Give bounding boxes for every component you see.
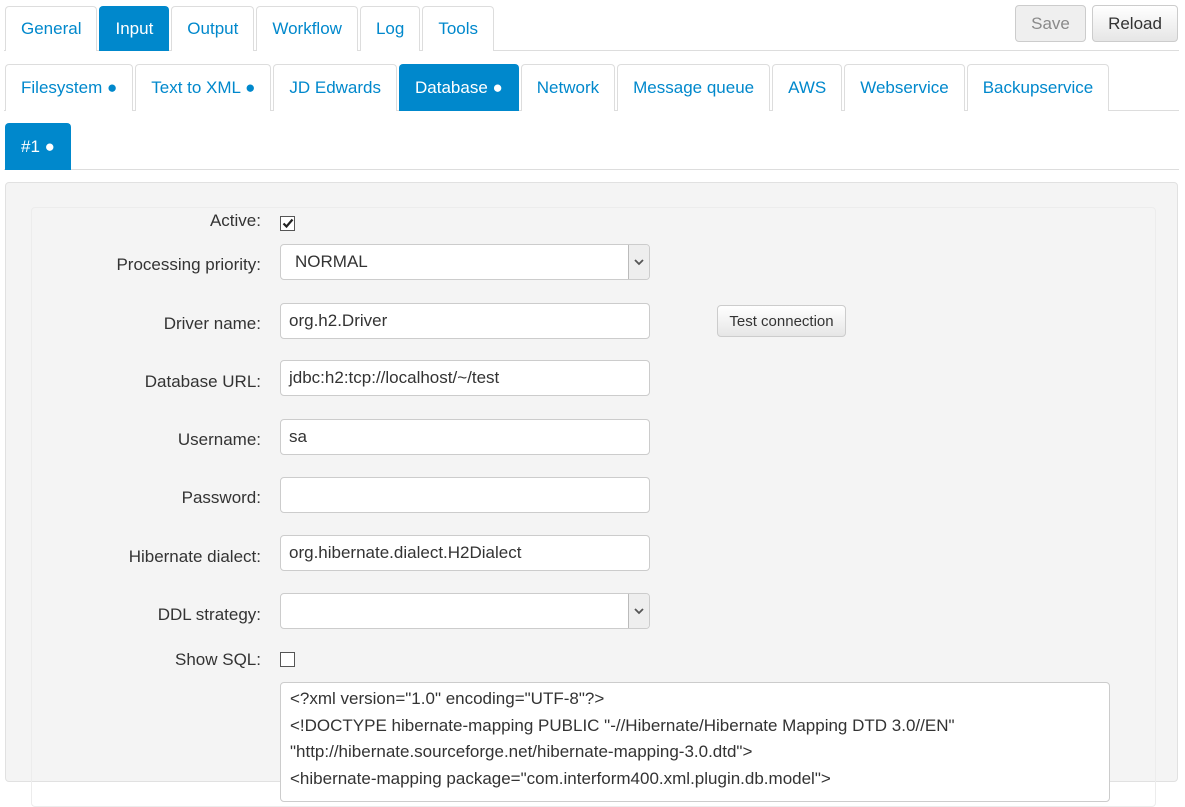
show-sql-checkbox[interactable] [280, 652, 295, 667]
tab-filesystem[interactable]: Filesystem ● [5, 64, 134, 111]
active-label: Active: [209, 211, 261, 230]
tab-jd-edwards[interactable]: JD Edwards [273, 64, 397, 111]
tab-input[interactable]: Input [99, 6, 170, 51]
driver-label: Driver name: [163, 314, 261, 333]
mapping-xml-textarea[interactable]: <?xml version="1.0" encoding="UTF-8"?> <… [280, 682, 1110, 802]
tab-backupservice[interactable]: Backupservice [966, 64, 1110, 111]
username-label: Username: [177, 430, 261, 449]
priority-value: NORMAL [295, 252, 368, 271]
tab-general[interactable]: General [5, 6, 98, 51]
tab-text-to-xml[interactable]: Text to XML ● [135, 64, 272, 111]
test-connection-button[interactable]: Test connection [717, 305, 846, 337]
tab-bar-divider [4, 169, 1179, 170]
url-label: Database URL: [144, 372, 261, 391]
password-label: Password: [181, 488, 261, 507]
database-url-input[interactable]: jdbc:h2:tcp://localhost/~/test [280, 360, 650, 396]
chevron-down-icon [628, 245, 649, 279]
ddl-label: DDL strategy: [157, 605, 261, 624]
tab-instance-1[interactable]: #1 ● [5, 123, 71, 170]
tab-aws[interactable]: AWS [772, 64, 843, 111]
reload-button[interactable]: Reload [1092, 5, 1178, 42]
ddl-strategy-select[interactable] [280, 593, 650, 629]
show-sql-label: Show SQL: [175, 650, 261, 669]
tab-database[interactable]: Database ● [399, 64, 519, 111]
username-input[interactable]: sa [280, 419, 650, 455]
tab-workflow[interactable]: Workflow [256, 6, 358, 51]
checkmark-icon [282, 218, 293, 229]
tab-webservice[interactable]: Webservice [844, 64, 965, 111]
tab-network[interactable]: Network [520, 64, 616, 111]
hibernate-dialect-input[interactable]: org.hibernate.dialect.H2Dialect [280, 535, 650, 571]
main-tab-bar: General Input Output Workflow Log Tools [0, 6, 1185, 51]
driver-name-input[interactable]: org.h2.Driver [280, 303, 650, 339]
dialect-label: Hibernate dialect: [128, 547, 261, 566]
password-input[interactable] [280, 477, 650, 513]
priority-label: Processing priority: [116, 255, 261, 274]
tab-log[interactable]: Log [359, 6, 421, 51]
active-checkbox[interactable] [280, 216, 295, 231]
priority-select[interactable]: NORMAL [280, 244, 650, 280]
tab-output[interactable]: Output [171, 6, 255, 51]
instance-tab-bar: #1 ● [0, 123, 1185, 170]
chevron-down-icon [628, 594, 649, 628]
tab-message-queue[interactable]: Message queue [617, 64, 771, 111]
tab-tools[interactable]: Tools [422, 6, 494, 51]
input-tab-bar: Filesystem ● Text to XML ● JD Edwards Da… [0, 64, 1185, 111]
save-button[interactable]: Save [1015, 5, 1086, 42]
